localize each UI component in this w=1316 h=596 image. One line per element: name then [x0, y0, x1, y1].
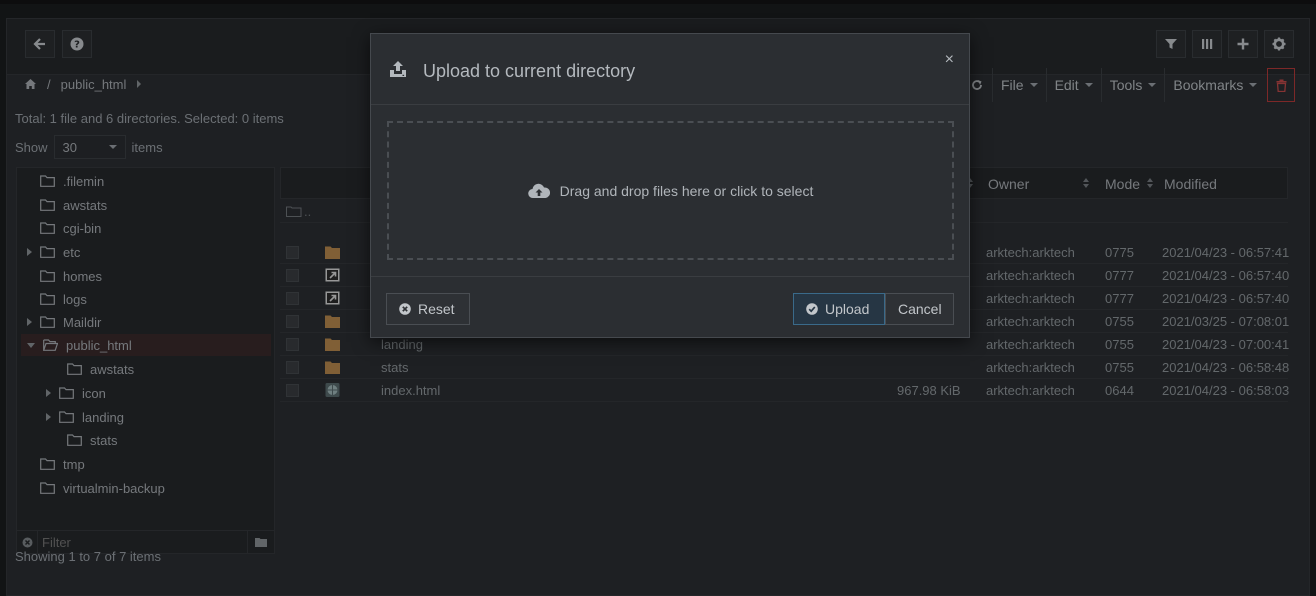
close-icon[interactable]: ×: [945, 51, 954, 69]
reset-button[interactable]: Reset: [386, 293, 470, 325]
upload-label: Upload: [825, 301, 870, 317]
upload-button[interactable]: Upload: [793, 293, 885, 325]
check-circle-icon: [806, 303, 818, 315]
modal-title: Upload to current directory: [423, 61, 636, 81]
dropzone-text: Drag and drop files here or click to sel…: [559, 182, 814, 199]
modal-header: Upload to current directory ×: [371, 34, 969, 105]
modal-footer: Reset Upload Cancel: [371, 276, 969, 339]
cancel-button[interactable]: Cancel: [885, 293, 954, 325]
cloud-upload-icon: [527, 183, 550, 198]
upload-icon: [390, 61, 406, 77]
reset-label: Reset: [418, 301, 455, 317]
upload-modal: Upload to current directory × Drag and d…: [370, 33, 970, 338]
upload-dropzone[interactable]: Drag and drop files here or click to sel…: [387, 121, 954, 260]
cancel-label: Cancel: [898, 301, 942, 317]
close-circle-icon: [399, 303, 411, 315]
